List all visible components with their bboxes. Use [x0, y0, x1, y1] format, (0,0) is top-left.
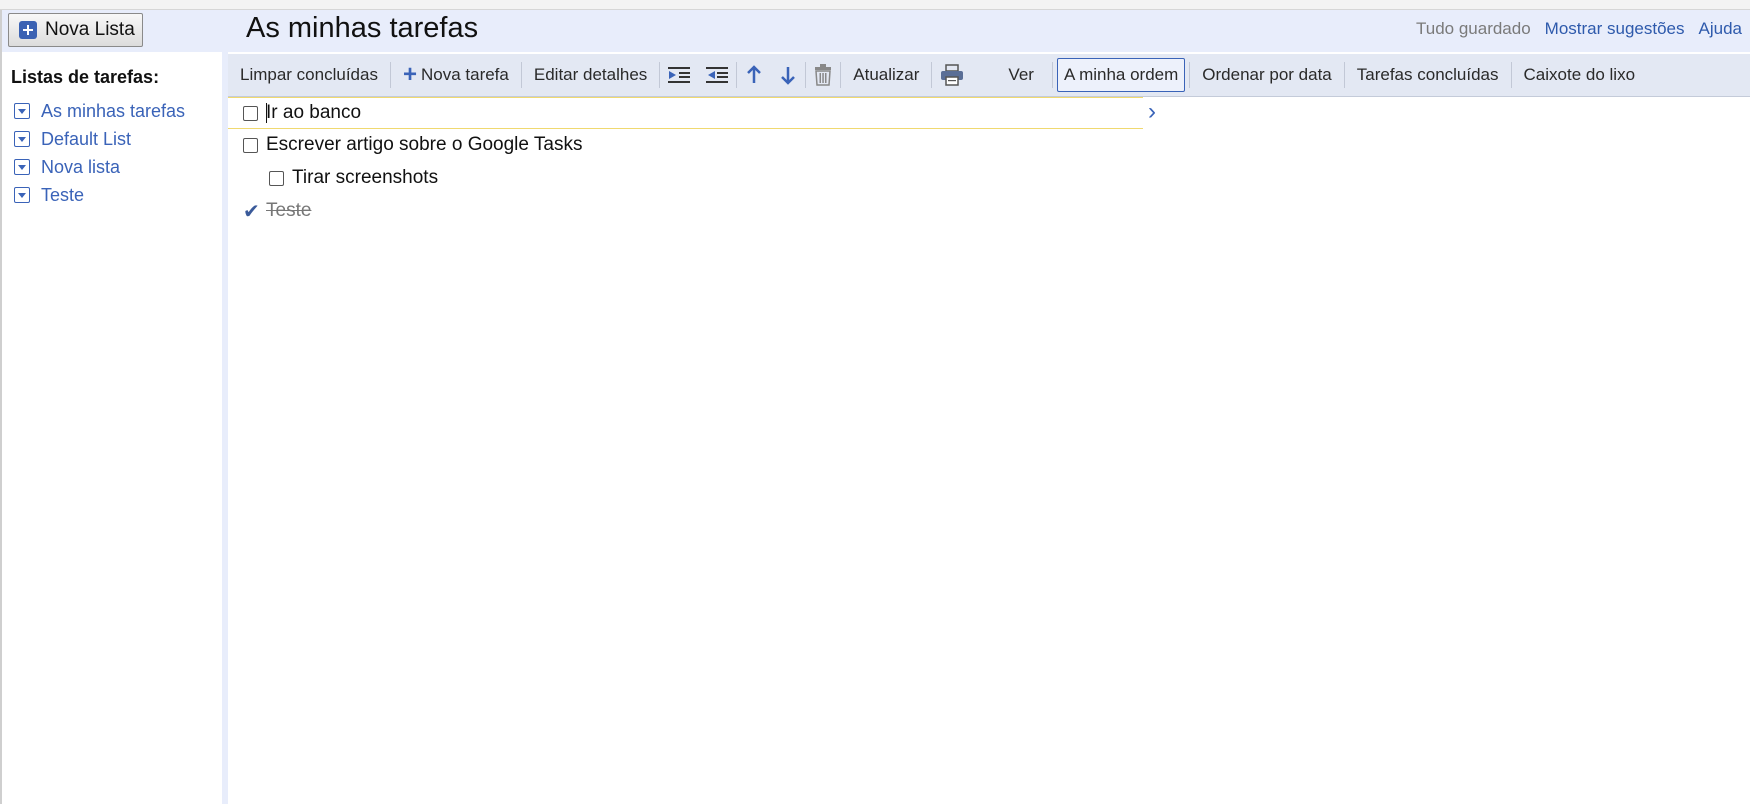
arrow-up-icon — [747, 65, 762, 83]
sidebar-item-nova-lista[interactable]: Nova lista — [14, 153, 185, 181]
clear-completed-button[interactable]: Limpar concluídas — [228, 54, 390, 96]
new-list-button[interactable]: Nova Lista — [8, 13, 143, 47]
list-dropdown-icon[interactable] — [14, 159, 30, 175]
sidebar-item-label: Nova lista — [41, 156, 121, 177]
my-order-button[interactable]: A minha ordem — [1056, 58, 1186, 92]
checkmark-icon[interactable]: ✔ — [243, 199, 260, 224]
task-checkbox[interactable] — [243, 137, 258, 153]
task-text[interactable]: Teste — [266, 200, 311, 222]
edit-details-button[interactable]: Editar detalhes — [522, 54, 659, 96]
sidebar-title: Listas de tarefas: — [11, 67, 160, 87]
sidebar: Listas de tarefas: As minhas tarefas Def… — [2, 52, 222, 804]
refresh-button[interactable]: Atualizar — [841, 54, 931, 96]
sidebar-item-label: Teste — [41, 184, 85, 205]
list-dropdown-icon[interactable] — [14, 187, 30, 203]
toolbar-separator — [1051, 62, 1053, 88]
sort-by-date-button[interactable]: Ordenar por data — [1190, 54, 1343, 96]
delete-button[interactable] — [806, 54, 840, 96]
outdent-icon — [706, 67, 729, 83]
sidebar-item-label: As minhas tarefas — [41, 100, 186, 121]
save-status: Tudo guardado — [1415, 19, 1531, 38]
header-links: Tudo guardado Mostrar sugestões Ajuda — [1416, 19, 1742, 39]
task-text[interactable]: Escrever artigo sobre o Google Tasks — [266, 134, 582, 156]
help-link[interactable]: Ajuda — [1699, 19, 1742, 39]
task-row[interactable]: ✔ Teste — [228, 195, 311, 227]
add-list-icon — [19, 21, 37, 39]
sidebar-item-default-list[interactable]: Default List — [14, 125, 185, 153]
view-menu-label: Ver — [1008, 65, 1034, 84]
completed-tasks-button[interactable]: Tarefas concluídas — [1345, 54, 1511, 96]
indent-icon — [668, 67, 691, 83]
task-row[interactable]: Escrever artigo sobre o Google Tasks — [228, 129, 582, 161]
sidebar-item-teste[interactable]: Teste — [14, 181, 185, 209]
plus-icon: + — [402, 61, 417, 88]
task-text[interactable]: Tirar screenshots — [292, 167, 438, 189]
trash-icon — [815, 64, 832, 86]
outdent-button[interactable] — [698, 54, 736, 96]
new-list-label: Nova Lista — [45, 19, 135, 40]
show-suggestions-link[interactable]: Mostrar sugestões — [1545, 19, 1685, 39]
sidebar-item-as-minhas-tarefas[interactable]: As minhas tarefas — [14, 97, 185, 125]
trash-button[interactable]: Caixote do lixo — [1512, 54, 1648, 96]
task-text[interactable]: Ir ao banco — [266, 102, 361, 124]
move-down-button[interactable] — [771, 54, 805, 96]
task-row[interactable]: Tirar screenshots — [228, 162, 438, 194]
page-title: As minhas tarefas — [246, 12, 479, 44]
printer-icon — [941, 64, 964, 86]
sidebar-item-label: Default List — [41, 128, 132, 149]
task-list: Ir ao banco › Escrever artigo sobre o Go… — [228, 97, 1750, 804]
indent-button[interactable] — [660, 54, 698, 96]
list-dropdown-icon[interactable] — [14, 103, 30, 119]
app-header: Nova Lista As minhas tarefas Tudo guarda… — [2, 10, 1750, 52]
task-row[interactable]: Ir ao banco › — [228, 97, 1156, 129]
move-up-button[interactable] — [737, 54, 771, 96]
task-checkbox[interactable] — [269, 170, 284, 186]
new-task-label: Nova tarefa — [420, 65, 509, 84]
chevron-right-icon[interactable]: › — [1148, 98, 1156, 126]
print-button[interactable] — [932, 54, 972, 96]
toolbar: Limpar concluídas + Nova tarefa Editar d… — [228, 54, 1750, 97]
window-top-strip — [0, 0, 1750, 10]
task-lists: As minhas tarefas Default List Nova list… — [14, 97, 185, 209]
list-dropdown-icon[interactable] — [14, 131, 30, 147]
task-checkbox[interactable] — [243, 105, 258, 121]
new-task-button[interactable]: + Nova tarefa — [391, 54, 521, 96]
arrow-down-icon — [781, 67, 796, 85]
